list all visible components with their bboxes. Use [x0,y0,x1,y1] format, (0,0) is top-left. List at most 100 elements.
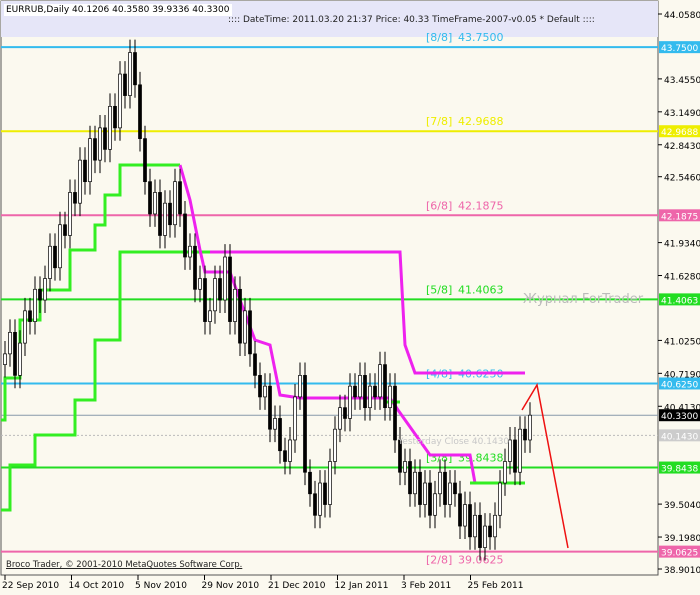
candle-body [273,418,277,430]
candle-body [108,105,112,150]
candle-body [403,461,407,473]
candle-body [153,192,157,215]
candle-body [483,525,487,548]
candle-body [428,482,432,516]
murrey-label-name: [6/8] [426,199,452,212]
price-tag: 43.7500 [661,44,698,54]
candle-body [498,482,502,516]
candle-body [213,278,217,312]
candle-body [238,288,242,344]
candle-body [283,450,287,462]
murrey-label-value: 42.9688 [458,115,504,128]
x-tick-label: 14 Oct 2010 [69,581,125,591]
candle-body [268,385,272,430]
x-tick-label: 21 Dec 2010 [268,581,326,591]
candle-body [373,385,377,398]
candle-body [58,224,62,269]
price-tag: 40.6250 [661,380,698,390]
candle-body [363,375,367,409]
symbol-info: EURRUB,Daily 40.1206 40.3580 39.9336 40.… [4,4,232,16]
candle-body [178,181,182,215]
candle-body [433,493,437,516]
yesterday-close-tag: 40.1430 [661,432,698,442]
watermark: Журнал ForTrader [523,292,644,307]
y-tick-label: 43.4550 [664,76,700,86]
candle-body [258,375,262,398]
y-tick-label: 39.1980 [664,534,700,544]
candle-body [223,256,227,301]
candle-body [23,310,27,344]
candle-body [53,245,57,269]
candle-body [378,364,382,398]
candle-body [93,138,97,161]
chart-window: [8/8] 43.7500 43.7500 [7/8] 42.9688 42.9688 [6… [0,0,700,595]
y-tick-label: 42.8430 [664,142,700,152]
candle-body [63,224,67,236]
candle-body [233,288,237,322]
candle-body [33,288,37,322]
y-tick-label: 44.0580 [664,11,700,21]
candle-body [438,471,442,495]
candle-body [488,525,492,538]
candle-body [513,439,517,473]
candle-body [358,375,362,398]
candle-body [123,73,127,96]
candle-body [448,482,452,505]
candle-body [393,385,397,441]
y-tick-label: 40.7190 [664,370,700,380]
x-tick-label: 12 Jan 2011 [335,581,389,591]
candle-body [183,213,187,258]
candle-body [8,331,12,355]
y-tick-label: 39.5040 [664,501,700,511]
murrey-label-value: 43.7500 [458,31,504,44]
candle-body [473,514,477,538]
y-tick-label: 42.5460 [664,174,700,184]
candle-body [263,385,267,398]
candle-body [383,364,387,409]
candle-body [503,461,507,484]
candle-body [288,439,292,462]
candle-body [418,471,422,505]
info-bar: :::: DateTime: 2011.03.20 21:37 Price: 4… [228,15,595,25]
candle-body [313,493,317,516]
candle-body [173,181,177,226]
candle-body [413,471,417,495]
candle-body [278,418,282,452]
candle-body [68,192,72,236]
candle-body [208,310,212,322]
candle-body [293,396,297,441]
candle-body [198,278,202,290]
y-tick-label: 41.0250 [664,337,700,347]
candle-body [518,428,522,473]
copyright: Broco Trader, © 2001-2010 MetaQuotes Sof… [6,560,243,570]
candle-body [243,310,247,344]
y-tick-label: 43.1490 [664,109,700,119]
current-price-tag: 40.3300 [661,412,698,422]
candle-body [73,192,77,204]
y-tick-label: 40.4130 [664,403,700,413]
candle-body [333,428,337,462]
candle-body [113,105,117,129]
candle-body [458,493,462,527]
x-tick-label: 5 Nov 2010 [135,581,187,591]
murrey-label-name: [7/8] [426,115,452,128]
candle-body [248,310,252,355]
candle-body [48,245,52,279]
x-tick-label: 3 Feb 2011 [401,581,451,591]
candle-body [163,202,167,236]
candle-body [3,353,7,365]
candle-body [88,138,92,183]
murrey-label-name: [2/8] [426,554,452,567]
murrey-label-value: 39.0625 [458,554,504,567]
murrey-label-value: 41.4063 [458,283,504,296]
candle-body [343,407,347,419]
murrey-label-value: 42.1875 [458,199,504,212]
candle-body [353,385,357,398]
candle-body [103,127,107,150]
candle-body [253,353,257,376]
candle-body [528,414,532,441]
candle-body [158,192,162,236]
candle-body [453,482,457,495]
candle-body [323,482,327,505]
x-tick-label: 25 Feb 2011 [468,581,524,591]
